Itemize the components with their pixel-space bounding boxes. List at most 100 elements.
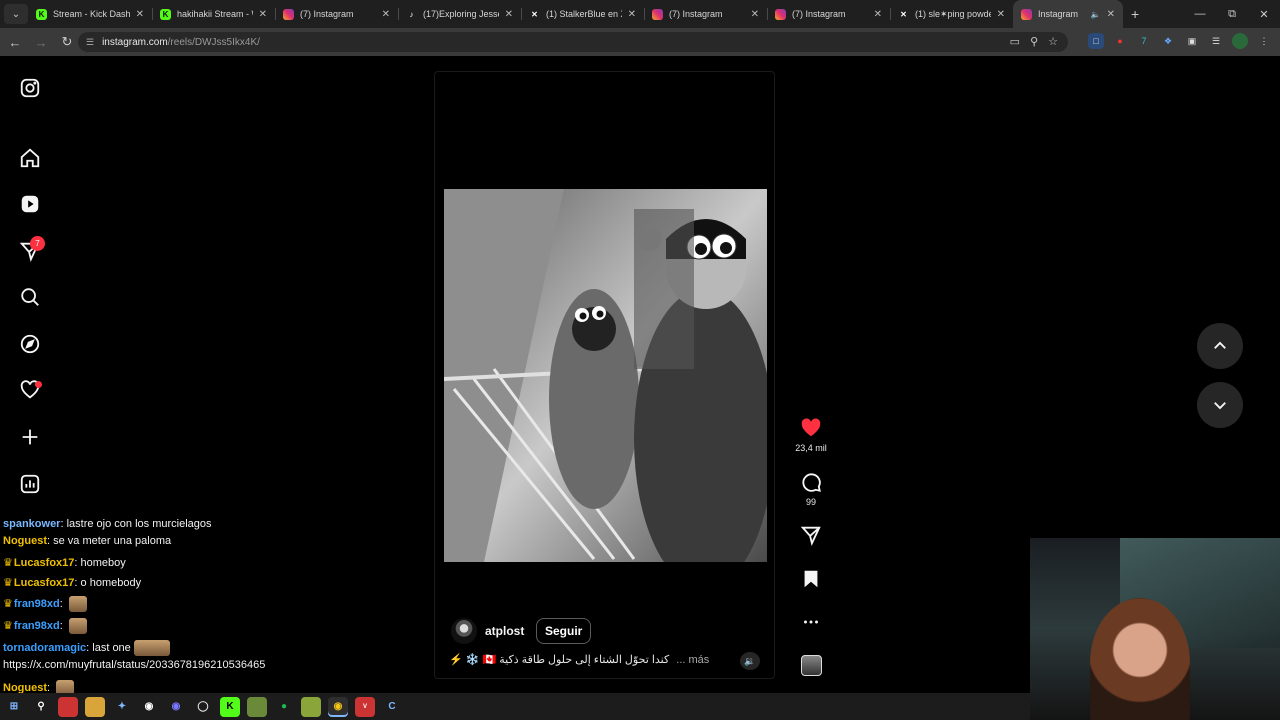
browser-toolbar: ← → ↻ ☰ instagram.com/reels/DWJss5Ikx4K/… [0,28,1280,56]
reel-player[interactable]: atplost Seguir كندا تحوّل الشتاء إلى حلو… [434,71,775,679]
like-heart-icon[interactable] [800,417,822,439]
kick-taskbar-icon[interactable]: K [220,696,240,717]
discord-icon[interactable]: ◉ [166,697,186,717]
close-window-icon[interactable]: ✕ [1248,8,1280,21]
7tv-extension-icon[interactable]: 7 [1136,33,1152,49]
extensions-puzzle-icon[interactable]: ▣ [1184,33,1200,49]
share-action[interactable] [796,524,826,546]
chat-emote [68,618,87,634]
chat-username[interactable]: Lucasfox17 [14,557,75,569]
search-icon[interactable] [18,285,42,309]
save-action[interactable] [796,568,826,590]
chat-username[interactable]: tornadoramagic [3,642,86,654]
chat-username[interactable]: fran98xd [14,620,60,632]
original-audio-thumbnail[interactable] [801,655,822,676]
close-tab-icon[interactable]: ✕ [259,9,267,20]
more-dots-icon[interactable] [800,611,822,633]
author-username[interactable]: atplost [485,624,524,638]
author-avatar[interactable] [451,618,477,644]
tab-audio-icon[interactable]: 🔈 [1091,10,1101,19]
chat-username[interactable]: spankower [3,518,60,530]
chrome-active-icon[interactable]: ◉ [328,696,348,717]
taskbar-app-red-icon[interactable] [58,696,78,717]
comment-icon[interactable] [800,471,822,493]
tab-search-button[interactable]: ⌄ [4,4,28,24]
more-options-action[interactable] [796,611,826,633]
share-icon[interactable] [800,524,822,546]
reels-icon[interactable] [18,192,42,216]
browser-tab[interactable]: (7) Instagram ✕ [644,0,767,28]
new-tab-button[interactable]: + [1131,6,1139,22]
close-tab-icon[interactable]: ✕ [997,9,1005,20]
back-icon[interactable]: ← [4,35,26,50]
instagram-logo-icon[interactable] [18,76,42,100]
chat-username[interactable]: fran98xd [14,598,60,610]
comment-action[interactable]: 99 [796,471,826,507]
minimize-icon[interactable]: — [1184,8,1216,20]
reading-list-icon[interactable]: ☰ [1208,33,1224,49]
zoom-icon[interactable]: ⚲ [1030,35,1038,48]
previous-reel-button[interactable] [1197,323,1243,369]
explore-compass-icon[interactable] [18,332,42,356]
taskbar-app-c-icon[interactable]: C [382,697,402,717]
github-icon[interactable]: ◉ [139,697,159,717]
volume-icon[interactable]: 🔉 [740,652,760,670]
chat-text: homeboy [80,557,126,569]
chrome-menu-icon[interactable]: ⋮ [1256,33,1272,49]
follow-button[interactable]: Seguir [536,618,592,644]
translate-extension-icon[interactable]: □ [1088,33,1104,49]
reload-icon[interactable]: ↻ [56,34,78,50]
chat-message: spankower: lastre ojo con los murcielago… [3,518,212,530]
browser-tab[interactable]: ✕ (1) StalkerBlue en X: ✕ [521,0,644,28]
x-icon: ✕ [531,9,538,19]
close-tab-icon[interactable]: ✕ [505,9,513,20]
voicemeeter-icon[interactable]: V [355,696,375,717]
shield-extension-icon[interactable]: ● [1112,33,1128,49]
chat-username[interactable]: Noguest [3,535,47,547]
taskbar-chrome-icon[interactable]: ◯ [193,697,213,717]
screen: ⌄ KStream - Kick Dashbo✕Khakihakii Strea… [0,0,1280,720]
browser-tab[interactable]: ✕ (1) sle✶ping powder ✕ [890,0,1013,28]
close-tab-icon[interactable]: ✕ [874,9,882,20]
install-app-icon[interactable]: ▭ [1010,35,1020,48]
windows-start-icon[interactable]: ⊞ [4,697,24,717]
omnibox-actions: ▭ ⚲ ☆ [1010,35,1058,48]
dashboard-icon[interactable] [18,472,42,496]
close-tab-icon[interactable]: ✕ [628,9,636,20]
taskbar-app-green-icon[interactable] [301,696,321,717]
file-explorer-icon[interactable] [85,696,105,717]
tab-title: (7) Instagram [669,9,723,19]
betterttv-extension-icon[interactable]: ❖ [1160,33,1176,49]
browser-tab[interactable]: (7) Instagram ✕ [275,0,398,28]
taskbar-search-icon[interactable]: ⚲ [31,697,51,717]
spotify-icon[interactable]: ● [274,697,294,717]
taskbar-app-blue-icon[interactable]: ✦ [112,697,132,717]
close-tab-icon[interactable]: ✕ [751,9,759,20]
close-tab-icon[interactable]: ✕ [382,9,390,20]
forward-icon[interactable]: → [30,35,52,50]
create-plus-icon[interactable] [18,425,42,449]
site-info-icon[interactable]: ☰ [86,37,94,48]
profile-avatar[interactable] [1232,33,1248,49]
caption-more-link[interactable]: ... más [676,654,709,666]
home-icon[interactable] [18,146,42,170]
chat-text: o homebody [80,577,142,589]
close-tab-icon[interactable]: ✕ [136,9,144,20]
browser-tab[interactable]: (7) Instagram ✕ [767,0,890,28]
like-action[interactable]: 23,4 mil [795,417,827,453]
browser-tab[interactable]: Instagram 🔈 ✕ [1013,0,1123,28]
browser-tab[interactable]: Khakihakii Stream - W ✕ [152,0,275,28]
close-tab-icon[interactable]: ✕ [1107,9,1115,20]
restore-icon[interactable]: ⧉ [1216,8,1248,21]
reel-caption[interactable]: كندا تحوّل الشتاء إلى حلول طاقة ذكية 🇨🇦 … [449,653,729,666]
next-reel-button[interactable] [1197,382,1243,428]
address-bar[interactable]: ☰ instagram.com/reels/DWJss5Ikx4K/ ▭ ⚲ ☆ [78,32,1068,52]
instagram-icon [1021,8,1032,20]
reel-video[interactable] [444,189,767,562]
bookmark-star-icon[interactable]: ☆ [1048,35,1058,48]
minecraft-icon[interactable] [247,696,267,717]
browser-tab[interactable]: K Stream - Kick Dashbo ✕ [28,0,152,28]
browser-tab[interactable]: ♪ (17)Exploring Jesse P ✕ [398,0,521,28]
bookmark-icon[interactable] [800,568,822,590]
chat-username[interactable]: Lucasfox17 [14,577,75,589]
